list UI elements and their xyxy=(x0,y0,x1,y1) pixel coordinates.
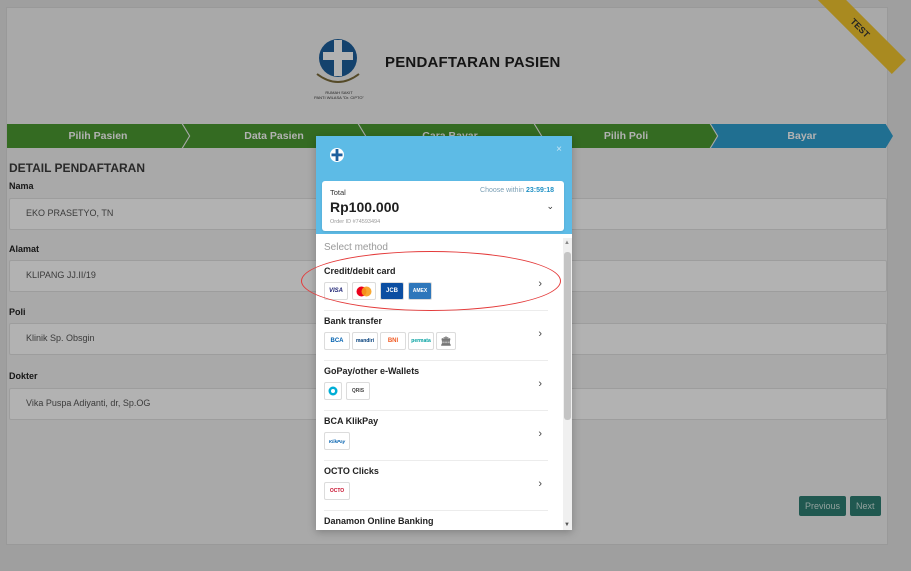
chevron-right-icon: › xyxy=(538,378,542,390)
method-list-scrollbar[interactable]: ▲ ▼ xyxy=(563,238,572,530)
method-name: Bank transfer xyxy=(324,316,383,326)
chevron-right-icon: › xyxy=(538,428,542,440)
method-bank-transfer[interactable]: Bank transfer BCA mandiri BNI permata 🏛 … xyxy=(324,314,548,361)
total-card[interactable]: Total Rp100.000 Order ID #74593494 Choos… xyxy=(322,181,564,231)
qris-icon: QRIS xyxy=(346,382,370,400)
choose-within-label: Choose within xyxy=(480,187,525,194)
bca-icon: BCA xyxy=(324,332,350,350)
countdown-timer: 23:59:18 xyxy=(525,187,554,194)
method-gopay[interactable]: GoPay/other e-Wallets QRIS › xyxy=(324,364,548,411)
bank-icon: 🏛 xyxy=(436,332,456,350)
method-bca-klikpay[interactable]: BCA KlikPay KlikPay › xyxy=(324,414,548,461)
method-name: GoPay/other e-Wallets xyxy=(324,366,420,376)
merchant-logo-icon xyxy=(330,148,344,162)
method-danamon[interactable]: Danamon Online Banking › xyxy=(324,514,548,530)
method-octo-clicks[interactable]: OCTO Clicks OCTO › xyxy=(324,464,548,511)
method-name: BCA KlikPay xyxy=(324,416,379,426)
total-amount: Rp100.000 xyxy=(330,199,400,215)
select-method-label: Select method xyxy=(324,242,388,253)
scroll-down-icon[interactable]: ▼ xyxy=(564,522,570,528)
klikpay-icon: KlikPay xyxy=(324,432,350,450)
gopay-icon xyxy=(324,382,342,400)
permata-icon: permata xyxy=(408,332,434,350)
chevron-right-icon: › xyxy=(538,478,542,490)
total-label: Total xyxy=(330,188,346,197)
bni-icon: BNI xyxy=(380,332,406,350)
close-icon[interactable]: × xyxy=(556,144,562,155)
method-name: Danamon Online Banking xyxy=(324,516,434,526)
payment-modal: × Total Rp100.000 Order ID #74593494 Cho… xyxy=(316,136,572,530)
annotation-circle xyxy=(301,251,561,311)
order-id: Order ID #74593494 xyxy=(330,219,381,225)
method-name: OCTO Clicks xyxy=(324,466,379,476)
octo-icon: OCTO xyxy=(324,482,350,500)
chevron-down-icon[interactable]: ⌄ xyxy=(546,201,554,212)
mandiri-icon: mandiri xyxy=(352,332,378,350)
chevron-right-icon: › xyxy=(538,528,542,530)
modal-header: × Total Rp100.000 Order ID #74593494 Cho… xyxy=(316,136,572,234)
scroll-thumb[interactable] xyxy=(564,252,571,420)
chevron-right-icon: › xyxy=(538,328,542,340)
scroll-up-icon[interactable]: ▲ xyxy=(564,240,570,246)
countdown: Choose within 23:59:18 xyxy=(480,187,554,194)
